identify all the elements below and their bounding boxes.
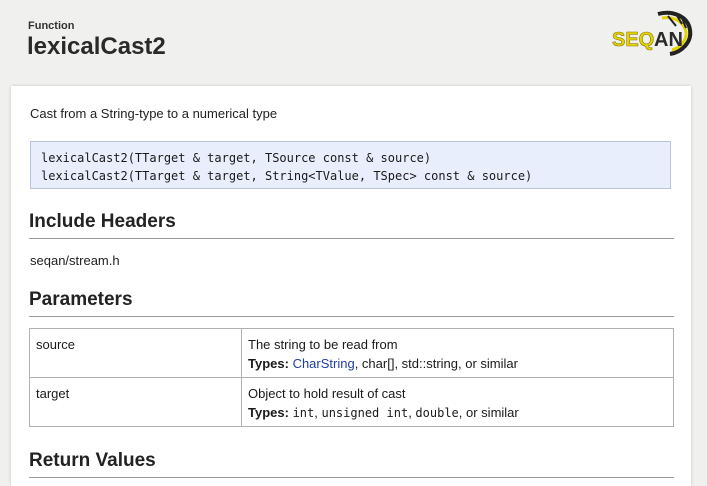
- seqan-logo-graphic: SEQ AN: [612, 10, 693, 56]
- type-code: double: [415, 406, 459, 420]
- param-description: The string to be read from: [248, 337, 398, 352]
- section-include-headers: Include Headers: [29, 211, 674, 239]
- param-description: Object to hold result of cast: [248, 386, 406, 401]
- svg-text:AN: AN: [654, 29, 683, 51]
- type-code: unsigned int: [321, 406, 409, 420]
- svg-text:SEQ: SEQ: [612, 29, 654, 51]
- param-types: Types: CharString, char[], std::string, …: [248, 356, 667, 371]
- brief-description: Cast from a String-type to a numerical t…: [30, 106, 278, 121]
- types-rest: , or similar: [458, 405, 519, 420]
- signature-line: lexicalCast2(TTarget & target, String<TV…: [41, 169, 533, 183]
- entity-kind: Function: [28, 20, 75, 32]
- signature-line: lexicalCast2(TTarget & target, TSource c…: [41, 151, 432, 165]
- param-details: The string to be read from Types: CharSt…: [241, 328, 674, 378]
- table-row: target Object to hold result of cast Typ…: [29, 377, 674, 427]
- parameters-table: source The string to be read from Types:…: [29, 328, 674, 427]
- page-header: Function lexicalCast2 SEQ AN: [0, 0, 707, 78]
- type-link-charstring[interactable]: CharString: [293, 356, 355, 371]
- include-header-path: seqan/stream.h: [30, 253, 120, 268]
- section-return-values: Return Values: [29, 450, 674, 478]
- param-name: source: [29, 328, 242, 378]
- param-name: target: [29, 377, 242, 427]
- types-rest: , char[], std::string, or similar: [354, 356, 518, 371]
- page-title: lexicalCast2: [27, 33, 166, 60]
- section-parameters: Parameters: [29, 289, 674, 317]
- types-label: Types:: [248, 405, 289, 420]
- signature-box: lexicalCast2(TTarget & target, TSource c…: [30, 141, 671, 189]
- param-types: Types: int, unsigned int, double, or sim…: [248, 405, 667, 420]
- seqan-logo[interactable]: SEQ AN: [610, 8, 694, 60]
- types-label: Types:: [248, 356, 289, 371]
- table-row: source The string to be read from Types:…: [29, 328, 674, 378]
- type-code: int: [292, 406, 315, 420]
- param-details: Object to hold result of cast Types: int…: [241, 377, 674, 427]
